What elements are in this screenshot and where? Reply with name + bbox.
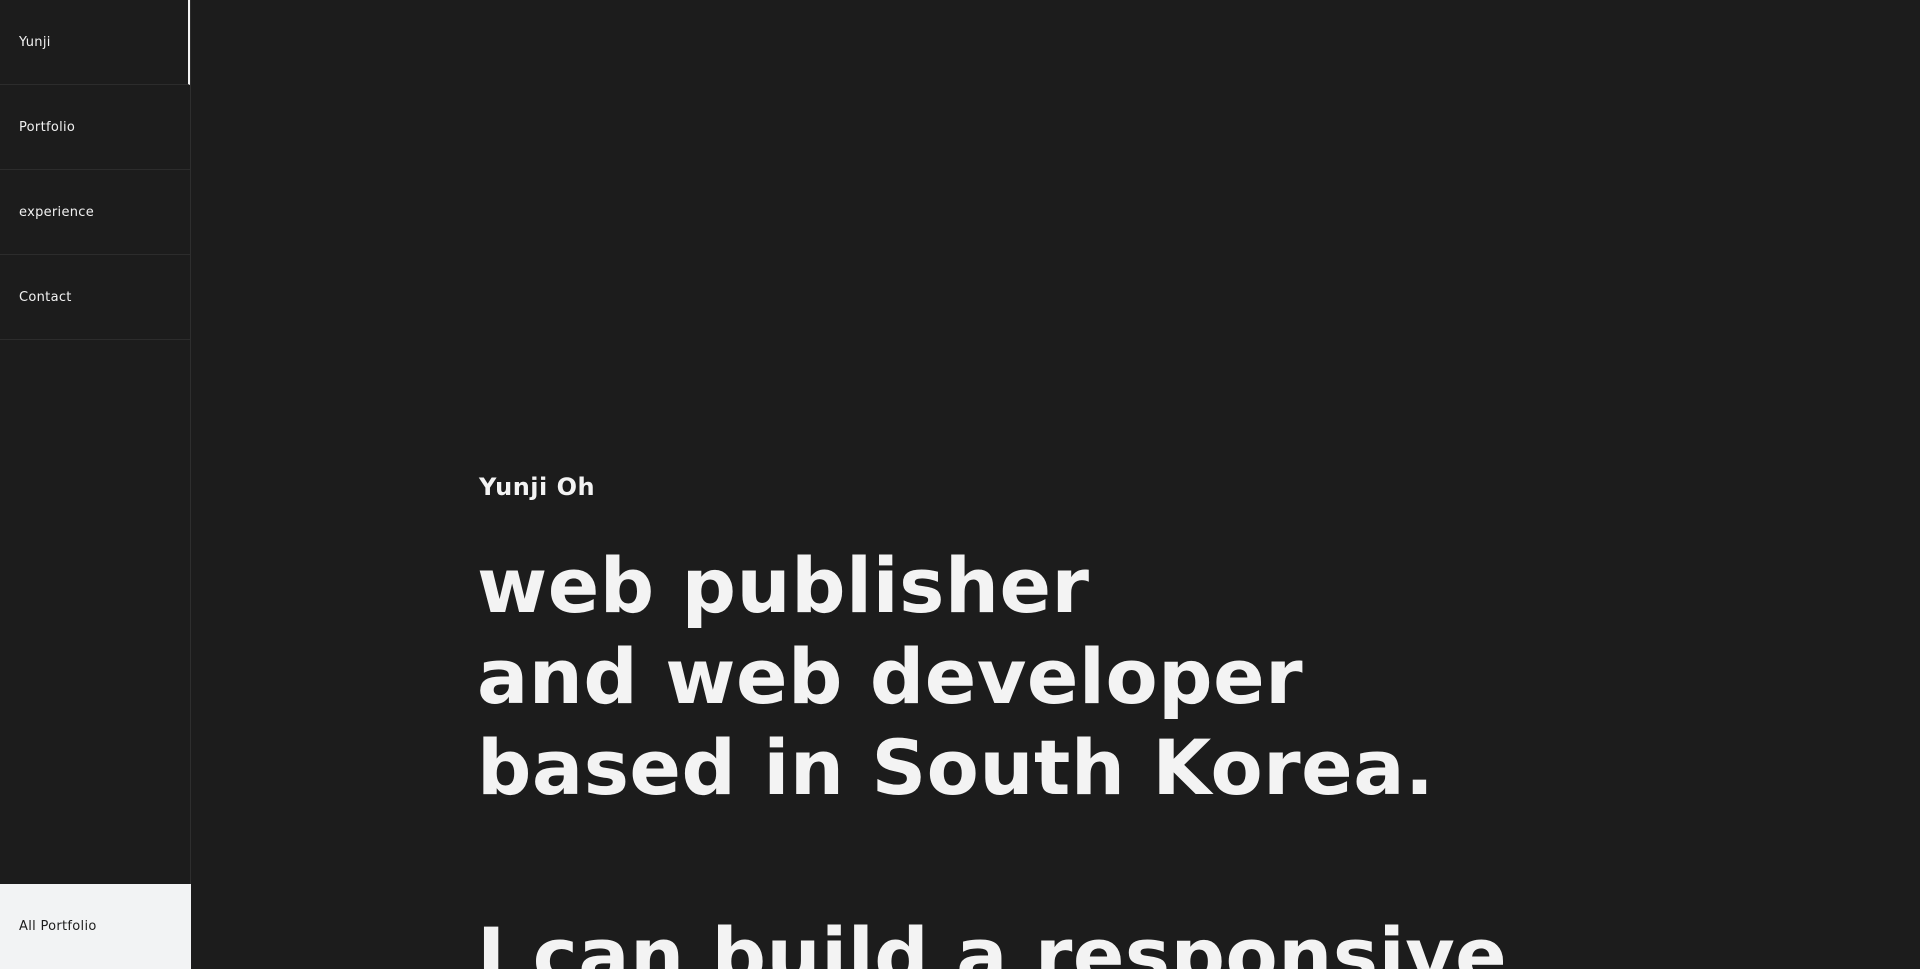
- hero-section: Yunji Oh web publisher and web developer…: [191, 0, 1920, 969]
- sidebar-item-yunji[interactable]: Yunji: [0, 0, 190, 85]
- sidebar-item-experience[interactable]: experience: [0, 170, 190, 255]
- hero-headline: web publisher and web developer based in…: [477, 540, 1434, 813]
- all-portfolio-button[interactable]: All Portfolio: [0, 884, 191, 969]
- sidebar-item-label: Yunji: [19, 34, 51, 50]
- sidebar-item-contact[interactable]: Contact: [0, 255, 190, 340]
- headline-line-3: based in South Korea.: [477, 723, 1435, 812]
- headline-line-2: and web developer: [477, 632, 1304, 721]
- sidebar-item-label: Portfolio: [19, 119, 76, 135]
- sidebar-item-label: Contact: [19, 289, 72, 305]
- hero-subline: I can build a responsive: [477, 911, 1508, 969]
- all-portfolio-label: All Portfolio: [19, 919, 97, 934]
- sidebar-nav: Yunji Portfolio experience Contact All P…: [0, 0, 191, 969]
- headline-line-1: web publisher: [477, 541, 1090, 630]
- hero-name: Yunji Oh: [479, 473, 596, 501]
- page: Yunji Portfolio experience Contact All P…: [0, 0, 1920, 969]
- sidebar-item-label: experience: [19, 204, 95, 220]
- sidebar-item-portfolio[interactable]: Portfolio: [0, 85, 190, 170]
